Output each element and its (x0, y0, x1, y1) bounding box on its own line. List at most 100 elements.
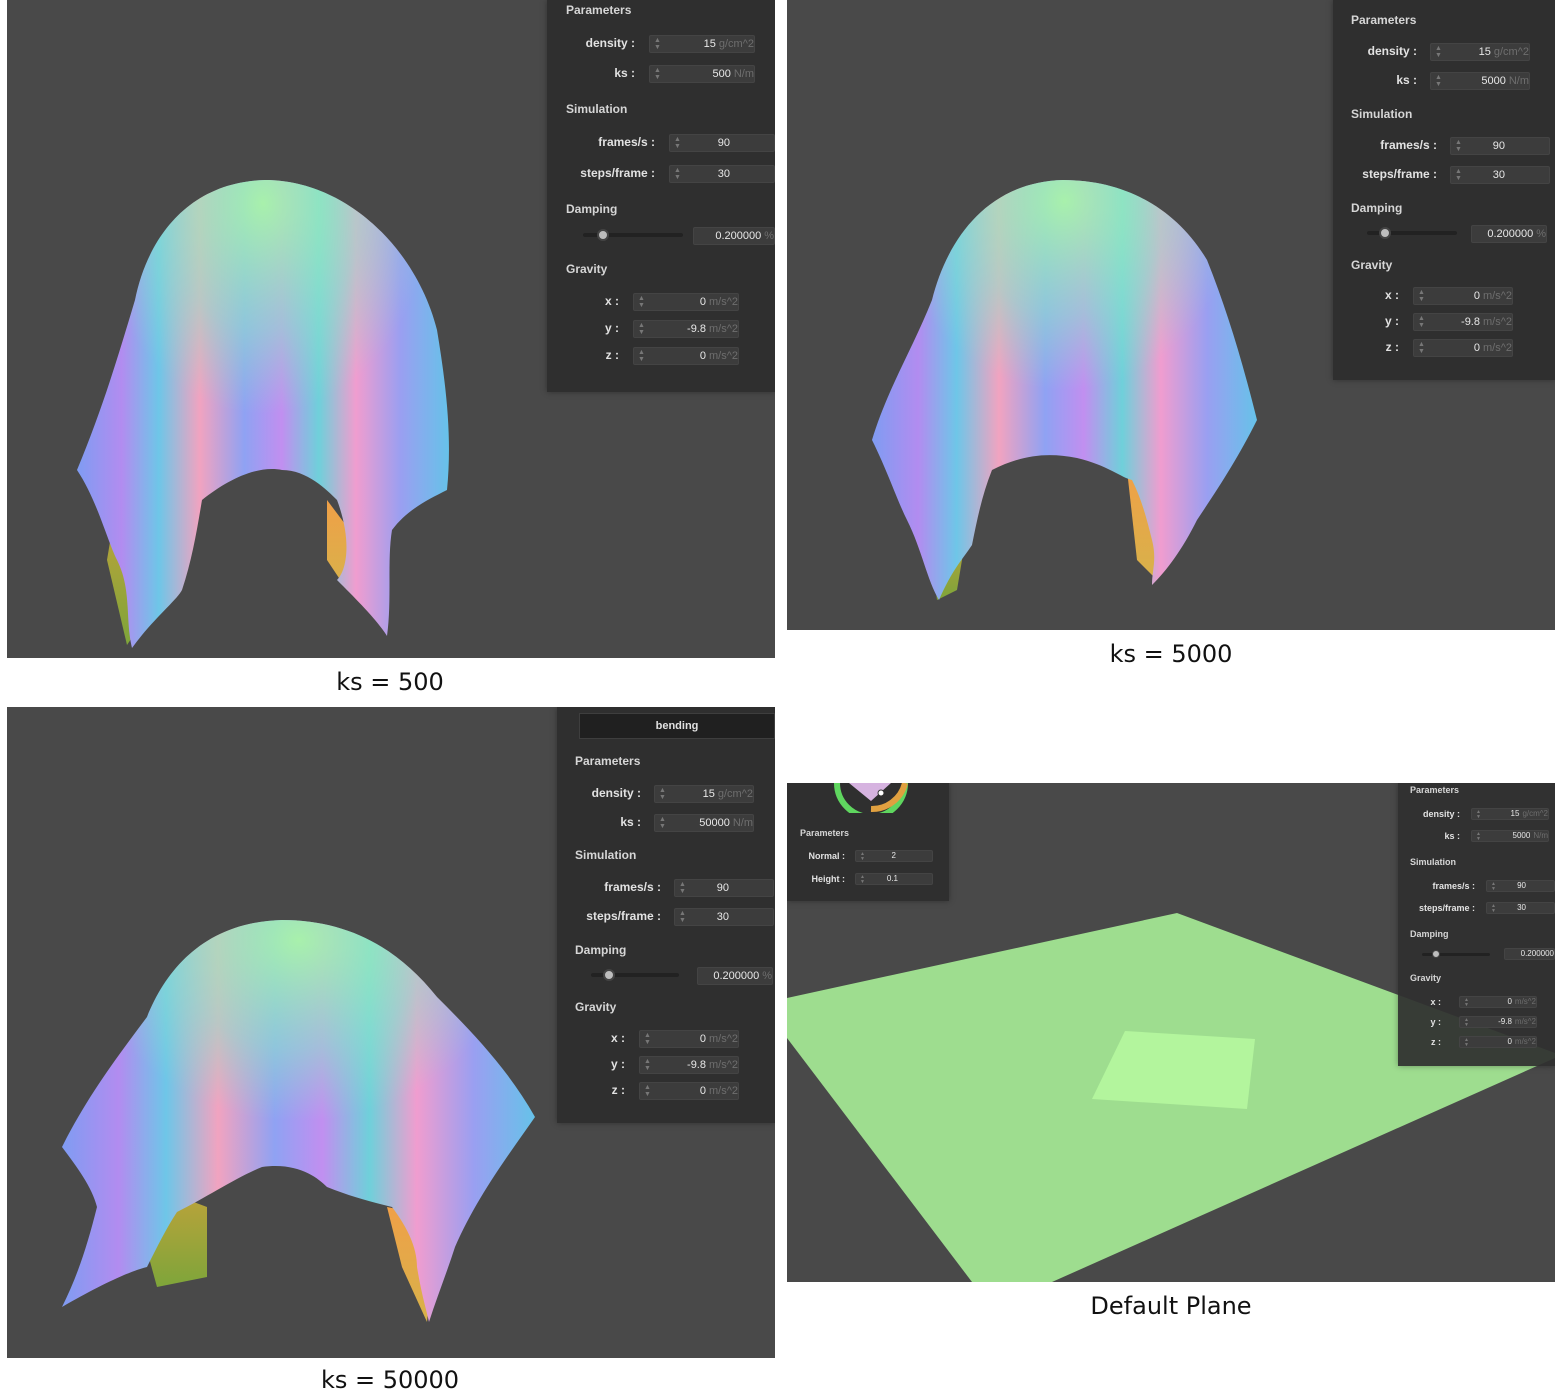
fps-field[interactable]: ▲ ▼ 90 (1486, 880, 1555, 892)
damping-slider[interactable] (1422, 950, 1490, 958)
gravity-y-field[interactable]: ▲ ▼ -9.8 m/s^2 (1413, 313, 1513, 331)
gravity-z-field[interactable]: ▲ ▼ 0 m/s^2 (1413, 339, 1513, 357)
settings-panel: Parameters density : ▲ ▼ 15 g/cm^2 ks : ▲ ▼ 5… (1333, 0, 1555, 380)
gravity-unit: m/s^2 (709, 1085, 738, 1097)
damping-field[interactable]: 0.200000% (697, 967, 773, 985)
spinner-arrows-icon[interactable]: ▲ ▼ (654, 37, 661, 51)
gravity-y-label: y : (1384, 314, 1399, 328)
spinner-arrows-icon[interactable]: ▲ ▼ (1418, 315, 1425, 329)
steps-field[interactable]: ▲ ▼ 30 (669, 165, 775, 183)
gravity-z-field[interactable]: ▲ ▼ 0 m/s^2 (633, 347, 739, 365)
density-field[interactable]: ▲ ▼ 15 g/cm^2 (654, 785, 754, 803)
gravity-y-field[interactable]: ▲ ▼ -9.8 m/s^2 (633, 320, 739, 338)
ks-field[interactable]: ▲ ▼ 50000 N/m (654, 814, 754, 832)
section-gravity: Gravity (1410, 973, 1442, 983)
spinner-arrows-icon[interactable]: ▲ ▼ (674, 136, 681, 150)
spinner-arrows-icon[interactable]: ▲ ▼ (860, 875, 865, 885)
steps-value: 30 (1517, 903, 1526, 912)
damping-field[interactable]: 0.200000 (1504, 948, 1555, 960)
gravity-x-field[interactable]: ▲ ▼ 0 m/s^2 (1459, 996, 1537, 1008)
spinner-arrows-icon[interactable]: ▲ ▼ (1476, 810, 1481, 820)
color-wheel-icon[interactable] (831, 783, 911, 813)
density-value: 15 (1510, 809, 1520, 818)
spinner-arrows-icon[interactable]: ▲ ▼ (1476, 832, 1481, 842)
fps-field[interactable]: ▲ ▼ 90 (674, 879, 774, 897)
ks-label: ks : (1444, 831, 1460, 841)
spinner-arrows-icon[interactable]: ▲ ▼ (1418, 341, 1425, 355)
gravity-y-field[interactable]: ▲ ▼ -9.8 m/s^2 (1459, 1016, 1537, 1028)
gravity-z-label: z : (605, 348, 619, 362)
density-value: 15 (702, 788, 715, 800)
gravity-z-field[interactable]: ▲ ▼ 0 m/s^2 (1459, 1036, 1537, 1048)
bending-button[interactable]: bending (579, 713, 775, 739)
gravity-y-field[interactable]: ▲ ▼ -9.8 m/s^2 (639, 1056, 739, 1074)
gravity-unit: m/s^2 (709, 1059, 738, 1071)
gravity-y-value: -9.8 (1498, 1017, 1512, 1026)
fps-value: 90 (717, 137, 730, 149)
spinner-arrows-icon[interactable]: ▲ ▼ (1455, 168, 1462, 182)
spinner-arrows-icon[interactable]: ▲ ▼ (1418, 289, 1425, 303)
spinner-arrows-icon[interactable]: ▲ ▼ (638, 295, 645, 309)
steps-field[interactable]: ▲ ▼ 30 (1450, 166, 1550, 184)
density-field[interactable]: ▲ ▼ 15 g/cm^2 (1430, 43, 1530, 61)
damping-slider[interactable] (1367, 227, 1457, 239)
ks-field[interactable]: ▲ ▼ 5000 N/m (1471, 830, 1549, 842)
fps-field[interactable]: ▲ ▼ 90 (1450, 137, 1550, 155)
gravity-x-field[interactable]: ▲ ▼ 0 m/s^2 (1413, 287, 1513, 305)
normal-field[interactable]: ▲ ▼ 2 (855, 850, 933, 862)
slider-knob[interactable] (1432, 950, 1440, 958)
fps-label: frames/s : (1432, 881, 1475, 891)
density-field[interactable]: ▲ ▼ 15 g/cm^2 (649, 35, 755, 53)
slider-knob[interactable] (1379, 227, 1391, 239)
fps-field[interactable]: ▲ ▼ 90 (669, 134, 775, 152)
spinner-arrows-icon[interactable]: ▲ ▼ (1435, 45, 1442, 59)
density-field[interactable]: ▲ ▼ 15 g/cm^2 (1471, 808, 1549, 820)
density-unit: g/cm^2 (1522, 809, 1548, 818)
steps-field[interactable]: ▲ ▼ 30 (1486, 902, 1555, 914)
viewport-ks-500: Parameters density : ▲ ▼ 15 g/cm^2 ks : ▲ ▼ 5… (7, 0, 775, 658)
spinner-arrows-icon[interactable]: ▲ ▼ (644, 1032, 651, 1046)
gravity-x-field[interactable]: ▲ ▼ 0 m/s^2 (639, 1030, 739, 1048)
gravity-y-value: -9.8 (1461, 316, 1480, 328)
damping-field[interactable]: 0.200000% (1471, 225, 1547, 243)
spinner-arrows-icon[interactable]: ▲ ▼ (1435, 74, 1442, 88)
gravity-z-field[interactable]: ▲ ▼ 0 m/s^2 (639, 1082, 739, 1100)
spinner-arrows-icon[interactable]: ▲ ▼ (1455, 139, 1462, 153)
spinner-arrows-icon[interactable]: ▲ ▼ (1464, 1018, 1469, 1028)
spinner-arrows-icon[interactable]: ▲ ▼ (1491, 904, 1496, 914)
spinner-arrows-icon[interactable]: ▲ ▼ (638, 322, 645, 336)
fps-label: frames/s : (604, 880, 661, 894)
spinner-arrows-icon[interactable]: ▲ ▼ (654, 67, 661, 81)
spinner-arrows-icon[interactable]: ▲ ▼ (1464, 1038, 1469, 1048)
gravity-unit: m/s^2 (1514, 1037, 1536, 1046)
spinner-arrows-icon[interactable]: ▲ ▼ (659, 816, 666, 830)
slider-knob[interactable] (597, 229, 609, 241)
height-field[interactable]: ▲ ▼ 0.1 (855, 873, 933, 885)
spinner-arrows-icon[interactable]: ▲ ▼ (860, 852, 865, 862)
spinner-arrows-icon[interactable]: ▲ ▼ (674, 167, 681, 181)
gravity-x-field[interactable]: ▲ ▼ 0 m/s^2 (633, 293, 739, 311)
ks-field[interactable]: ▲ ▼ 500 N/m (649, 65, 755, 83)
spinner-arrows-icon[interactable]: ▲ ▼ (659, 787, 666, 801)
section-gravity: Gravity (1351, 258, 1393, 272)
gravity-unit: m/s^2 (1514, 1017, 1536, 1026)
spinner-arrows-icon[interactable]: ▲ ▼ (1491, 882, 1496, 892)
spinner-arrows-icon[interactable]: ▲ ▼ (1464, 998, 1469, 1008)
spinner-arrows-icon[interactable]: ▲ ▼ (644, 1058, 651, 1072)
spinner-arrows-icon[interactable]: ▲ ▼ (644, 1084, 651, 1098)
spinner-arrows-icon[interactable]: ▲ ▼ (679, 881, 686, 895)
steps-field[interactable]: ▲ ▼ 30 (674, 908, 774, 926)
gravity-unit: m/s^2 (1483, 290, 1512, 302)
gravity-z-label: z : (1385, 340, 1399, 354)
ks-field[interactable]: ▲ ▼ 5000 N/m (1430, 72, 1530, 90)
spinner-arrows-icon[interactable]: ▲ ▼ (679, 910, 686, 924)
gravity-z-label: z : (611, 1083, 625, 1097)
gravity-unit: m/s^2 (1514, 997, 1536, 1006)
settings-panel: bending Parameters density : ▲ ▼ 15 g/cm^2 … (557, 707, 775, 1123)
spinner-arrows-icon[interactable]: ▲ ▼ (638, 349, 645, 363)
viewport-ks-5000: Parameters density : ▲ ▼ 15 g/cm^2 ks : ▲ ▼ 5… (787, 0, 1555, 630)
slider-knob[interactable] (603, 969, 615, 981)
damping-slider[interactable] (583, 229, 683, 241)
damping-slider[interactable] (591, 969, 679, 981)
damping-field[interactable]: 0.200000% (693, 227, 775, 245)
